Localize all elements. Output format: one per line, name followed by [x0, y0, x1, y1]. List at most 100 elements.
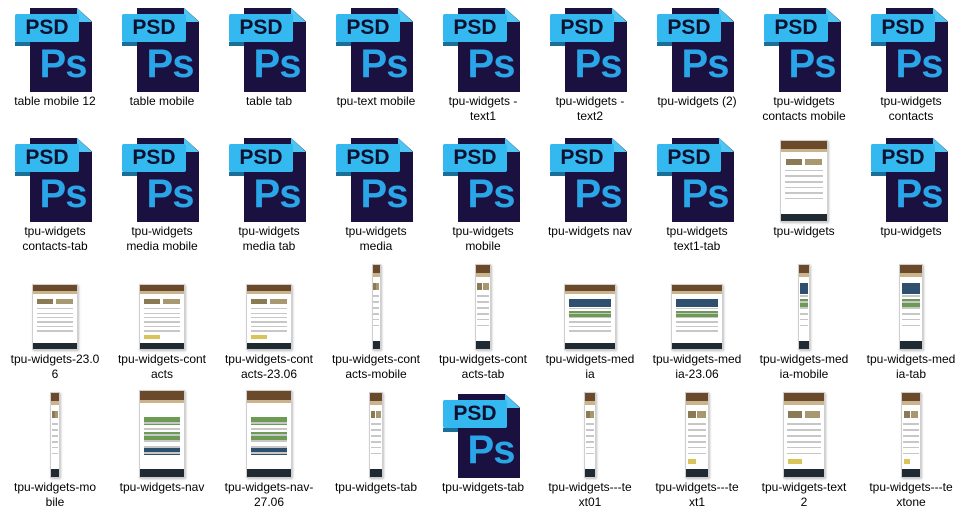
psd-badge-text: PSD [453, 16, 497, 39]
image-thumbnail-icon [780, 140, 828, 222]
psd-icon: PSD Ps [13, 8, 97, 92]
file-icon-area: PSD Ps [2, 138, 108, 222]
file-item[interactable]: tpu-widgets-23.0 6 [2, 262, 108, 390]
ps-logo-text: Ps [39, 172, 88, 216]
file-grid: PSD Ps table mobile 12 PSD Ps table mobi… [0, 0, 960, 515]
ps-logo-text: Ps [467, 42, 516, 86]
file-item[interactable]: tpu-widgets---te xt1 [644, 390, 750, 518]
file-name-label: tpu-widgets---te xtone [869, 480, 953, 509]
file-name-label: tpu-widgets-text 2 [761, 480, 847, 509]
file-icon-area: PSD Ps [858, 8, 960, 92]
file-name-label: tpu-widgets-tab [334, 480, 418, 494]
file-item[interactable]: PSD Ps tpu-widgets contacts mobile [751, 4, 857, 132]
file-name-label: tpu-widgets [880, 224, 942, 238]
file-icon-area: PSD Ps [537, 138, 643, 222]
image-thumbnail-icon [32, 284, 78, 350]
file-item[interactable]: PSD Ps table mobile [109, 4, 215, 132]
file-item[interactable]: PSD Ps tpu-widgets-tab [430, 390, 536, 518]
file-item[interactable]: PSD Ps tpu-widgets - text2 [537, 4, 643, 132]
ps-logo-text: Ps [146, 42, 195, 86]
psd-icon: PSD Ps [869, 8, 953, 92]
file-icon-area: PSD Ps [430, 394, 536, 478]
file-item[interactable]: tpu-widgets-med ia-mobile [751, 262, 857, 390]
file-item[interactable]: PSD Ps tpu-widgets contacts-tab [2, 134, 108, 262]
image-thumbnail-icon [671, 284, 723, 350]
file-item[interactable]: tpu-widgets-nav [109, 390, 215, 518]
file-name-label: tpu-text mobile [336, 94, 416, 108]
psd-icon: PSD Ps [120, 8, 204, 92]
file-icon-area [430, 264, 536, 350]
file-name-label: tpu-widgets-med ia [545, 352, 635, 381]
file-item[interactable]: tpu-widgets---te xt01 [537, 390, 643, 518]
psd-badge-text: PSD [132, 16, 176, 39]
psd-icon: PSD Ps [120, 138, 204, 222]
ps-logo-text: Ps [681, 42, 730, 86]
file-name-label: tpu-widgets - text1 [448, 94, 518, 123]
image-thumbnail-icon [584, 392, 596, 478]
psd-badge-text: PSD [25, 16, 69, 39]
psd-badge-text: PSD [881, 16, 925, 39]
psd-icon: PSD Ps [655, 8, 739, 92]
file-icon-area: PSD Ps [644, 138, 750, 222]
file-item[interactable]: PSD Ps tpu-widgets media [323, 134, 429, 262]
psd-badge-text: PSD [560, 16, 604, 39]
ps-logo-text: Ps [681, 172, 730, 216]
psd-badge-text: PSD [774, 16, 818, 39]
file-icon-area [109, 390, 215, 478]
file-name-label: tpu-widgets---te xt01 [548, 480, 632, 509]
image-thumbnail-icon [369, 392, 383, 478]
psd-icon: PSD Ps [13, 138, 97, 222]
file-item[interactable]: tpu-widgets-med ia-23.06 [644, 262, 750, 390]
file-item[interactable]: tpu-widgets-nav- 27.06 [216, 390, 322, 518]
image-thumbnail-icon [139, 390, 185, 478]
file-item[interactable]: tpu-widgets-mo bile [2, 390, 108, 518]
ps-logo-text: Ps [467, 428, 516, 472]
file-icon-area: PSD Ps [109, 8, 215, 92]
file-item[interactable]: PSD Ps tpu-widgets media tab [216, 134, 322, 262]
file-name-label: tpu-widgets text1-tab [666, 224, 728, 253]
file-icon-area: PSD Ps [323, 138, 429, 222]
file-icon-area [2, 392, 108, 478]
file-icon-area [751, 392, 857, 478]
image-thumbnail-icon [475, 264, 491, 350]
file-item[interactable]: PSD Ps tpu-widgets [858, 134, 960, 262]
file-item[interactable]: tpu-widgets-cont acts-mobile [323, 262, 429, 390]
psd-icon: PSD Ps [655, 138, 739, 222]
file-item[interactable]: PSD Ps tpu-text mobile [323, 4, 429, 132]
file-icon-area: PSD Ps [216, 138, 322, 222]
file-item[interactable]: tpu-widgets-cont acts [109, 262, 215, 390]
file-item[interactable]: tpu-widgets---te xtone [858, 390, 960, 518]
file-item[interactable]: tpu-widgets-tab [323, 390, 429, 518]
file-item[interactable]: PSD Ps tpu-widgets - text1 [430, 4, 536, 132]
file-icon-area [644, 266, 750, 350]
psd-badge-text: PSD [667, 146, 711, 169]
file-item[interactable]: tpu-widgets [751, 134, 857, 262]
image-thumbnail-icon [139, 284, 185, 350]
file-item[interactable]: tpu-widgets-cont acts-tab [430, 262, 536, 390]
ps-logo-text: Ps [574, 172, 623, 216]
file-item[interactable]: PSD Ps tpu-widgets text1-tab [644, 134, 750, 262]
ps-logo-text: Ps [360, 42, 409, 86]
file-icon-area: PSD Ps [323, 8, 429, 92]
file-item[interactable]: PSD Ps tpu-widgets (2) [644, 4, 750, 132]
file-icon-area: PSD Ps [216, 8, 322, 92]
file-name-label: tpu-widgets media mobile [126, 224, 198, 253]
file-icon-area [751, 138, 857, 222]
file-item[interactable]: tpu-widgets-text 2 [751, 390, 857, 518]
file-name-label: tpu-widgets contacts mobile [762, 94, 846, 123]
file-item[interactable]: PSD Ps tpu-widgets nav [537, 134, 643, 262]
file-item[interactable]: tpu-widgets-cont acts-23.06 [216, 262, 322, 390]
file-item[interactable]: tpu-widgets-med ia [537, 262, 643, 390]
file-item[interactable]: PSD Ps tpu-widgets media mobile [109, 134, 215, 262]
file-icon-area [858, 264, 960, 350]
file-icon-area [858, 392, 960, 478]
file-item[interactable]: PSD Ps table tab [216, 4, 322, 132]
file-item[interactable]: PSD Ps table mobile 12 [2, 4, 108, 132]
file-icon-area [216, 390, 322, 478]
file-item[interactable]: PSD Ps tpu-widgets mobile [430, 134, 536, 262]
file-item[interactable]: tpu-widgets-med ia-tab [858, 262, 960, 390]
file-name-label: tpu-widgets [773, 224, 835, 238]
file-item[interactable]: PSD Ps tpu-widgets contacts [858, 4, 960, 132]
psd-icon: PSD Ps [334, 8, 418, 92]
file-name-label: tpu-widgets contacts-tab [22, 224, 88, 253]
